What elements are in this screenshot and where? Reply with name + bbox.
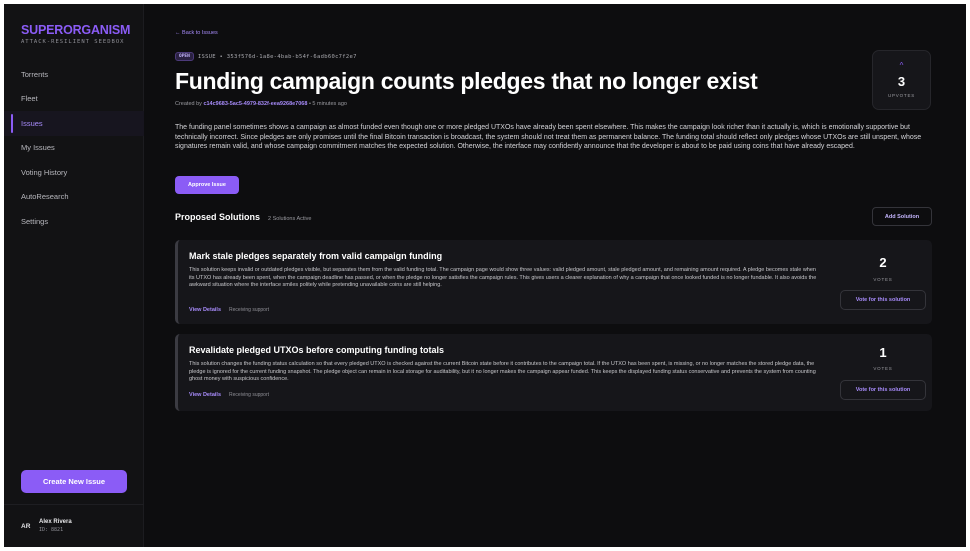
user-id: ID: 8821 [39, 527, 64, 533]
created-time: • 5 minutes ago [308, 101, 347, 107]
create-new-issue-button[interactable]: Create New Issue [21, 470, 127, 493]
solution-links: View Details Receiving support [189, 307, 269, 313]
solutions-count: 2 Solutions Active [268, 216, 312, 222]
sidebar-item-fleet[interactable]: Fleet [4, 87, 144, 112]
creator-id: c14c9683-5ac5-4979-832f-eea9268e7068 [203, 101, 308, 107]
created-by-line: Created by c14c9683-5ac5-4979-832f-eea92… [175, 101, 347, 107]
issue-id: ISSUE • 353f576d-1a8e-4bab-b54f-6adb60c7… [197, 53, 357, 60]
approve-issue-button[interactable]: Approve Issue [175, 176, 239, 194]
solution-description: This solution keeps invalid or outdated … [189, 267, 817, 288]
app-window: SUPERORGANISM ATTACK-RESILIENT SEEDBOX T… [4, 4, 966, 547]
solution-card: Mark stale pledges separately from valid… [175, 240, 932, 324]
view-details-link[interactable]: View Details [189, 392, 221, 398]
solution-title: Mark stale pledges separately from valid… [189, 251, 443, 261]
vote-button[interactable]: Vote for this solution [840, 290, 926, 310]
page-title: Funding campaign counts pledges that no … [175, 68, 758, 94]
brand: SUPERORGANISM ATTACK-RESILIENT SEEDBOX [21, 23, 130, 45]
sidebar: SUPERORGANISM ATTACK-RESILIENT SEEDBOX T… [4, 4, 144, 547]
upvote-count: 3 [897, 74, 906, 89]
sidebar-item-voting-history[interactable]: Voting History [4, 160, 144, 185]
sidebar-item-issues[interactable]: Issues [4, 111, 144, 136]
vote-count: 2 [879, 255, 887, 270]
chevron-up-icon: ^ [899, 61, 904, 70]
user-info: Alex Rivera ID: 8821 [39, 519, 72, 533]
solution-card: Revalidate pledged UTXOs before computin… [175, 334, 932, 411]
created-prefix: Created by [175, 101, 202, 107]
issue-description: The funding panel sometimes shows a camp… [175, 124, 922, 150]
solution-title: Revalidate pledged UTXOs before computin… [189, 345, 445, 355]
status-badge: OPEN [175, 52, 194, 61]
solution-links: View Details Receiving support [189, 392, 269, 398]
vote-button[interactable]: Vote for this solution [840, 380, 926, 400]
sidebar-item-autoresearch[interactable]: AutoResearch [4, 185, 144, 210]
user-name: Alex Rivera [39, 519, 72, 525]
issue-meta: OPEN ISSUE • 353f576d-1a8e-4bab-b54f-6ad… [175, 52, 357, 61]
user-profile[interactable]: AR Alex Rivera ID: 8821 [4, 504, 144, 547]
support-status: Receiving support [229, 307, 270, 313]
vote-label: VOTES [873, 277, 893, 282]
view-details-link[interactable]: View Details [189, 307, 221, 313]
sidebar-item-torrents[interactable]: Torrents [4, 62, 144, 87]
vote-label: VOTES [873, 366, 893, 371]
support-status: Receiving support [229, 392, 270, 398]
solution-description: This solution changes the funding status… [189, 361, 816, 382]
solutions-header: Proposed Solutions 2 Solutions Active [175, 212, 311, 222]
brand-logo-text: SUPERORGANISM [21, 23, 131, 37]
upvote-label: UPVOTES [887, 93, 916, 98]
brand-tagline: ATTACK-RESILIENT SEEDBOX [21, 39, 125, 45]
avatar: AR [21, 522, 31, 530]
sidebar-item-my-issues[interactable]: My Issues [4, 136, 144, 161]
sidebar-item-settings[interactable]: Settings [4, 209, 144, 234]
back-to-issues-link[interactable]: ← Back to Issues [175, 30, 218, 36]
sidebar-nav: Torrents Fleet Issues My Issues Voting H… [4, 62, 144, 234]
main-content: ← Back to Issues OPEN ISSUE • 353f576d-1… [144, 4, 966, 547]
vote-count: 1 [879, 345, 887, 360]
add-solution-button[interactable]: Add Solution [872, 207, 932, 226]
solutions-heading: Proposed Solutions [175, 212, 261, 222]
upvote-button[interactable]: ^ 3 UPVOTES [872, 50, 931, 110]
